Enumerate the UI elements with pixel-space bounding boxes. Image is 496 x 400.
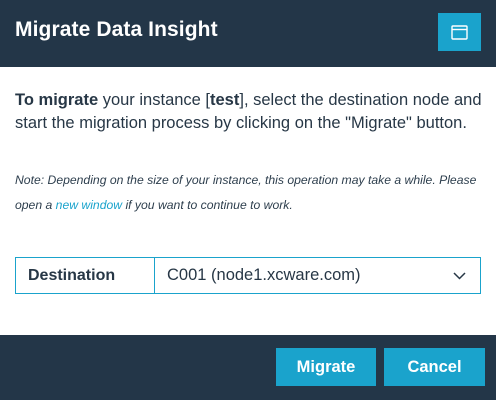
dialog-title: Migrate Data Insight [15, 18, 218, 41]
instance-name: test [210, 91, 240, 109]
window-icon [451, 24, 468, 40]
destination-row: Destination C001 (node1.xcware.com) [15, 257, 481, 294]
cancel-button[interactable]: Cancel [384, 348, 485, 386]
destination-label: Destination [16, 258, 155, 293]
intro-text: To migrate your instance [test], select … [15, 89, 485, 135]
dialog-header: Migrate Data Insight [0, 0, 496, 67]
note-after-link: if you want to continue to work. [122, 198, 293, 212]
destination-selected-value: C001 (node1.xcware.com) [167, 266, 361, 284]
migrate-button[interactable]: Migrate [276, 348, 376, 386]
open-window-button[interactable] [438, 13, 481, 51]
chevron-down-icon [453, 271, 466, 280]
note-text: Note: Depending on the size of your inst… [15, 168, 485, 218]
intro-lead: To migrate [15, 91, 99, 109]
dialog-body: To migrate your instance [test], select … [0, 67, 496, 335]
migrate-dialog: Migrate Data Insight To migrate your ins… [0, 0, 496, 400]
destination-select[interactable]: C001 (node1.xcware.com) [155, 258, 480, 293]
new-window-link[interactable]: new window [56, 198, 122, 212]
intro-text-before-instance: your instance [ [98, 91, 211, 109]
dialog-footer: Migrate Cancel [0, 335, 496, 400]
